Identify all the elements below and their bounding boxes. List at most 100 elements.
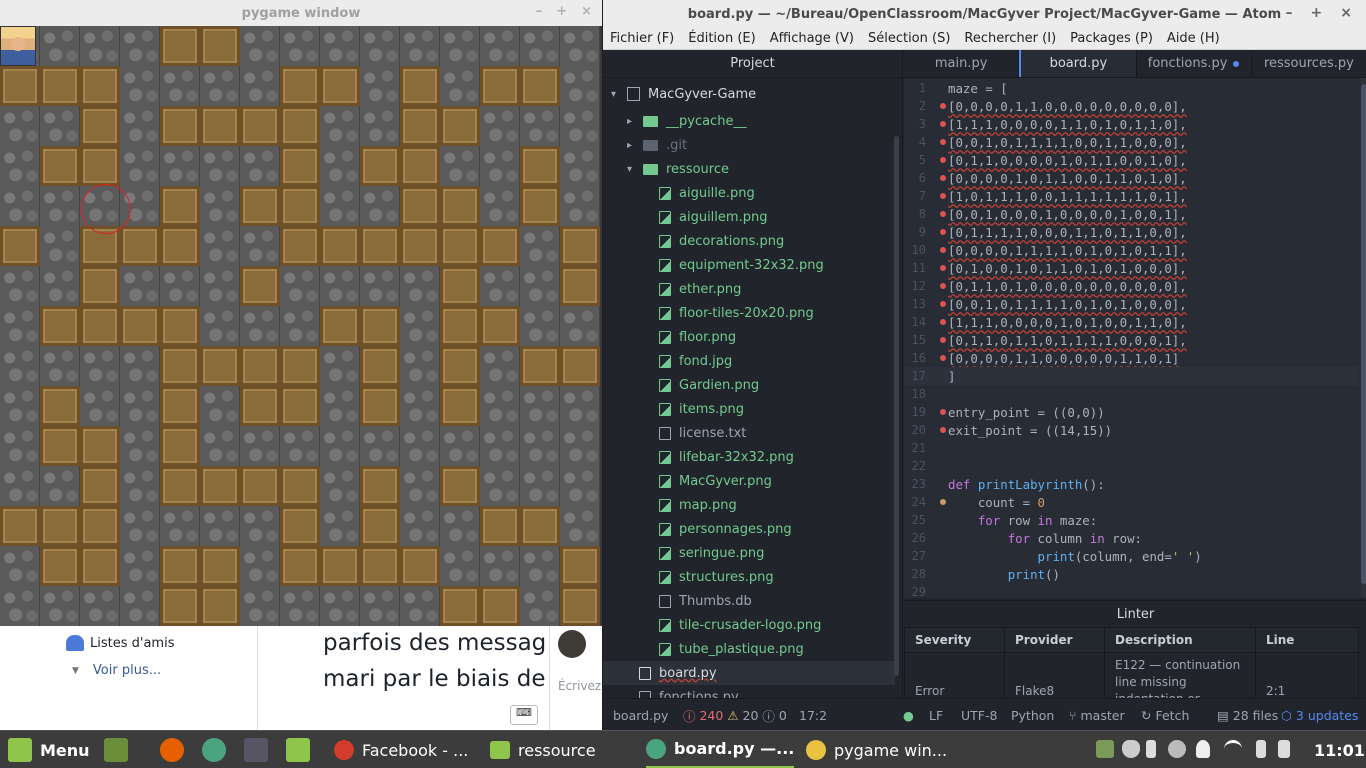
taskbar-window-facebook[interactable]: Facebook - ... bbox=[334, 731, 468, 768]
tree-file-item[interactable]: lifebar-32x32.png bbox=[659, 445, 794, 469]
avatar[interactable] bbox=[558, 630, 586, 658]
maximize-button[interactable]: + bbox=[1311, 5, 1323, 21]
linter-col-description[interactable]: Description bbox=[1104, 627, 1256, 653]
code-line[interactable]: 24 count = 0 bbox=[904, 493, 1359, 511]
tree-file-item[interactable]: decorations.png bbox=[659, 229, 784, 253]
user-icon[interactable] bbox=[1196, 740, 1210, 758]
menu-file[interactable]: Fichier (F) bbox=[603, 31, 681, 46]
code-line[interactable]: 23 def printLabyrinth(): bbox=[904, 475, 1359, 493]
code-line[interactable]: 22 bbox=[904, 457, 1359, 475]
tree-file-item[interactable]: aiguille.png bbox=[659, 181, 755, 205]
fetch-button[interactable]: ↻ Fetch bbox=[1141, 699, 1189, 731]
tree-file-board[interactable]: board.py bbox=[603, 661, 895, 685]
code-line[interactable]: 8 [0,0,1,0,0,0,1,0,0,0,0,1,0,0,1], bbox=[904, 205, 1359, 223]
code-line[interactable]: 12 [0,1,1,0,1,0,0,0,0,0,0,0,0,0,0], bbox=[904, 277, 1359, 295]
tree-file-item[interactable]: license.txt bbox=[659, 421, 746, 445]
code-line[interactable]: 3 [1,1,1,0,0,0,0,1,1,0,1,0,1,1,0], bbox=[904, 115, 1359, 133]
grammar-selector[interactable]: Python bbox=[1011, 699, 1054, 731]
updates-button[interactable]: ⬡ 3 updates bbox=[1281, 699, 1358, 731]
tree-file-item[interactable]: items.png bbox=[659, 397, 744, 421]
tree-file-item[interactable]: structures.png bbox=[659, 565, 774, 589]
linter-col-provider[interactable]: Provider bbox=[1004, 627, 1105, 653]
bluetooth-icon[interactable] bbox=[1146, 740, 1156, 758]
show-desktop-launcher[interactable] bbox=[104, 731, 136, 768]
tree-file-item[interactable]: equipment-32x32.png bbox=[659, 253, 824, 277]
code-line[interactable]: 6 [0,0,0,0,1,0,1,1,0,0,1,1,0,1,0], bbox=[904, 169, 1359, 187]
minimize-button[interactable]: – bbox=[536, 4, 543, 19]
minimize-button[interactable]: – bbox=[1286, 5, 1293, 21]
tree-file-item[interactable]: floor-tiles-20x20.png bbox=[659, 301, 814, 325]
tree-folder-ressource[interactable]: ▾ ressource bbox=[627, 157, 729, 181]
menu-packages[interactable]: Packages (P) bbox=[1063, 31, 1160, 46]
line-ending[interactable]: LF bbox=[929, 699, 943, 731]
tree-folder-pycache[interactable]: ▸ __pycache__ bbox=[627, 109, 746, 133]
tree-file-item[interactable]: MacGyver.png bbox=[659, 469, 772, 493]
menu-help[interactable]: Aide (H) bbox=[1160, 31, 1227, 46]
code-line[interactable]: 2 [0,0,0,0,1,1,0,0,0,0,0,0,0,0,0], bbox=[904, 97, 1359, 115]
code-line[interactable]: 21 bbox=[904, 439, 1359, 457]
start-menu-button[interactable]: Menu bbox=[8, 731, 90, 768]
code-line[interactable]: 7 [1,0,1,1,1,0,0,1,1,1,1,1,1,0,1], bbox=[904, 187, 1359, 205]
menu-edit[interactable]: Édition (E) bbox=[681, 31, 762, 46]
firefox-launcher[interactable] bbox=[160, 731, 192, 768]
tree-file-item[interactable]: Thumbs.db bbox=[659, 589, 752, 613]
status-file[interactable]: board.py bbox=[613, 699, 668, 731]
menu-find[interactable]: Rechercher (I) bbox=[957, 31, 1063, 46]
code-line[interactable]: 15 [0,1,1,0,1,1,0,1,1,1,1,0,0,0,1], bbox=[904, 331, 1359, 349]
file-encoding[interactable]: UTF-8 bbox=[961, 699, 997, 731]
tree-file-item[interactable]: seringue.png bbox=[659, 541, 764, 565]
code-line[interactable]: 17] bbox=[904, 367, 1359, 385]
clock[interactable]: 11:01 bbox=[1314, 731, 1365, 768]
update-manager-icon[interactable] bbox=[1096, 740, 1114, 758]
tab-fonctions-py[interactable]: fonctions.py bbox=[1137, 50, 1252, 77]
code-line[interactable]: 25 for row in maze: bbox=[904, 511, 1359, 529]
code-line[interactable]: 26 for column in row: bbox=[904, 529, 1359, 547]
tab-ressources-py[interactable]: ressources.py bbox=[1252, 50, 1366, 77]
battery-icon[interactable] bbox=[1256, 740, 1266, 758]
tree-file-item[interactable]: tile-crusader-logo.png bbox=[659, 613, 821, 637]
atom-launcher[interactable] bbox=[202, 731, 234, 768]
linter-col-severity[interactable]: Severity bbox=[904, 627, 1005, 653]
files-launcher[interactable] bbox=[286, 731, 318, 768]
tree-file-item[interactable]: fond.jpg bbox=[659, 349, 732, 373]
tree-folder-git[interactable]: ▸ .git bbox=[627, 133, 687, 157]
code-line[interactable]: 20 exit_point = ((14,15)) bbox=[904, 421, 1359, 439]
close-button[interactable]: × bbox=[581, 4, 592, 19]
tree-file-fonctions[interactable]: fonctions.py bbox=[639, 685, 739, 698]
git-branch[interactable]: ⑂ master bbox=[1069, 699, 1125, 731]
code-line[interactable]: 14 [1,1,1,0,0,0,0,1,0,1,0,0,1,1,0], bbox=[904, 313, 1359, 331]
cursor-position[interactable]: 17:2 bbox=[799, 699, 827, 731]
tree-file-item[interactable]: map.png bbox=[659, 493, 737, 517]
atom-titlebar[interactable]: board.py — ~/Bureau/OpenClassroom/MacGyv… bbox=[603, 0, 1366, 28]
tree-file-item[interactable]: aiguillem.png bbox=[659, 205, 767, 229]
tree-file-item[interactable]: floor.png bbox=[659, 325, 736, 349]
chat-write-placeholder[interactable]: Écrivez bbox=[558, 679, 601, 693]
editor-scrollbar-thumb[interactable] bbox=[1361, 84, 1366, 584]
linter-col-line[interactable]: Line bbox=[1255, 627, 1359, 653]
see-more-link[interactable]: ▼ Voir plus... bbox=[72, 663, 161, 678]
code-line[interactable]: 16 [0,0,0,0,1,1,0,0,0,0,0,1,1,0,1] bbox=[904, 349, 1359, 367]
tree-scrollbar[interactable] bbox=[894, 136, 899, 676]
taskbar-window-pygame[interactable]: pygame win... bbox=[806, 731, 947, 768]
keyboard-icon[interactable]: ⌨ bbox=[510, 705, 538, 725]
pygame-titlebar[interactable]: pygame window – + × bbox=[0, 0, 602, 26]
volume-icon[interactable] bbox=[1278, 740, 1290, 758]
tree-file-item[interactable]: ether.png bbox=[659, 277, 741, 301]
code-line[interactable]: 19 entry_point = ((0,0)) bbox=[904, 403, 1359, 421]
terminal-launcher[interactable] bbox=[244, 731, 276, 768]
editor-scrollbar[interactable] bbox=[1361, 78, 1366, 598]
tab-main-py[interactable]: main.py bbox=[904, 50, 1020, 77]
code-line[interactable]: 10 [0,0,0,0,1,1,1,1,0,1,0,1,0,1,1], bbox=[904, 241, 1359, 259]
tab-board-py[interactable]: board.py bbox=[1019, 50, 1137, 77]
code-line[interactable]: 29 bbox=[904, 583, 1359, 598]
tree-file-item[interactable]: Gardien.png bbox=[659, 373, 759, 397]
code-line[interactable]: 28 print() bbox=[904, 565, 1359, 583]
tree-file-item[interactable]: tube_plastique.png bbox=[659, 637, 804, 661]
code-line[interactable]: 27 print(column, end=' ') bbox=[904, 547, 1359, 565]
close-button[interactable]: × bbox=[1340, 5, 1352, 21]
shield-icon[interactable] bbox=[1122, 740, 1140, 758]
code-line[interactable]: 9 [0,1,1,1,1,0,0,0,1,1,0,1,1,0,0], bbox=[904, 223, 1359, 241]
chat-icon[interactable] bbox=[1168, 740, 1186, 758]
wifi-icon[interactable] bbox=[1224, 740, 1242, 758]
tree-root[interactable]: ▾ MacGyver-Game bbox=[611, 82, 756, 106]
